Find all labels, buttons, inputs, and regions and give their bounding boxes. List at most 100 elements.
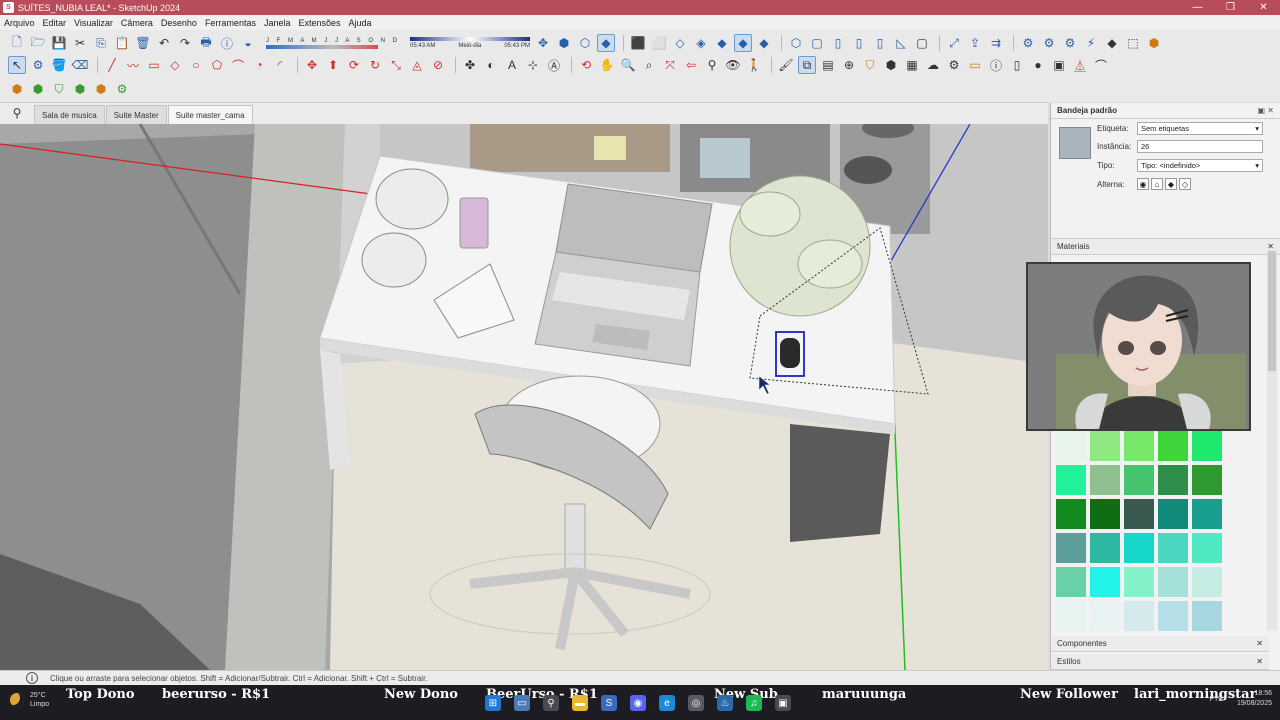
- materials-scrollbar[interactable]: [1267, 251, 1277, 631]
- component-shield-icon[interactable]: ⛉: [50, 80, 68, 98]
- time-slider-bar[interactable]: [410, 37, 531, 41]
- material-swatch[interactable]: [1056, 601, 1086, 631]
- wireframe-icon[interactable]: ◇: [671, 34, 689, 52]
- front-camera-icon[interactable]: ▯: [829, 34, 847, 52]
- top-view-icon[interactable]: ⬡: [576, 34, 594, 52]
- top-camera-icon[interactable]: ▢: [808, 34, 826, 52]
- material-swatch[interactable]: [1158, 533, 1188, 563]
- material-swatch[interactable]: [1090, 465, 1120, 495]
- language-indicator[interactable]: PTB: [1209, 696, 1223, 703]
- styles-header[interactable]: Estilos ✕: [1051, 654, 1269, 670]
- menu-visualizar[interactable]: Visualizar: [74, 18, 113, 28]
- move-tool-icon[interactable]: ✥: [303, 56, 321, 74]
- new-file-icon[interactable]: 🗋: [8, 34, 26, 52]
- search-taskbar-icon[interactable]: ⚲: [543, 695, 559, 711]
- component-gear-icon[interactable]: ⚙: [113, 80, 131, 98]
- scrollbar-thumb[interactable]: [1268, 251, 1276, 371]
- instance-input[interactable]: 26: [1137, 139, 1263, 153]
- material-swatch[interactable]: [1192, 567, 1222, 597]
- date-slider-bar[interactable]: [266, 44, 378, 49]
- menu-ferramentas[interactable]: Ferramentas: [205, 18, 256, 28]
- shadow-toggle-icon[interactable]: ◒: [239, 34, 257, 52]
- section-plane-icon[interactable]: ◆: [1103, 34, 1121, 52]
- pan-icon[interactable]: ✋: [598, 56, 616, 74]
- arc-icon[interactable]: ⌒: [229, 56, 247, 74]
- 3d-text-icon[interactable]: Ⓐ: [545, 56, 563, 74]
- material-swatch[interactable]: [1158, 601, 1188, 631]
- 3d-warehouse-icon[interactable]: ▣: [1050, 56, 1068, 74]
- iso-view-icon[interactable]: ⬢: [555, 34, 573, 52]
- menu-editar[interactable]: Editar: [43, 18, 67, 28]
- look-around-icon[interactable]: 👁: [724, 56, 742, 74]
- info-icon[interactable]: ⓘ: [987, 56, 1005, 74]
- previous-view-icon[interactable]: ⇦: [682, 56, 700, 74]
- settings-gear2-icon[interactable]: ⚙: [1040, 34, 1058, 52]
- scale-icon[interactable]: ⤡: [387, 56, 405, 74]
- circle-icon[interactable]: ○: [187, 56, 205, 74]
- material-swatch[interactable]: [1056, 499, 1086, 529]
- file-explorer-icon[interactable]: ▬: [572, 695, 588, 711]
- material-swatch[interactable]: [1124, 431, 1154, 461]
- component-edit-icon[interactable]: ⬢: [92, 80, 110, 98]
- xray-icon[interactable]: ⬛: [629, 34, 647, 52]
- iso-camera-icon[interactable]: ⬡: [787, 34, 805, 52]
- component-green-icon[interactable]: ⬢: [8, 80, 26, 98]
- menu-desenho[interactable]: Desenho: [161, 18, 197, 28]
- network-icon[interactable]: ⚡: [1082, 34, 1100, 52]
- model-info-icon[interactable]: ⓘ: [218, 34, 236, 52]
- pie-icon[interactable]: ◔: [250, 56, 268, 74]
- type-select[interactable]: Tipo: <indefinido> ▾: [1137, 158, 1263, 172]
- select-tool-icon[interactable]: ↖: [8, 56, 26, 74]
- close-button[interactable]: ✕: [1247, 0, 1280, 15]
- render-icon[interactable]: ⬢: [1145, 34, 1163, 52]
- tab-suite-master[interactable]: Suite Master: [105, 105, 167, 124]
- steam-icon[interactable]: ♨: [717, 695, 733, 711]
- three-point-arc-icon[interactable]: ◜: [271, 56, 289, 74]
- windows-start-icon[interactable]: ⊞: [485, 695, 501, 711]
- dimension-icon[interactable]: ✤: [461, 56, 479, 74]
- model-viewport[interactable]: [0, 124, 1048, 670]
- zoom-icon[interactable]: 🔍: [619, 56, 637, 74]
- warehouse-icon[interactable]: ⇪: [966, 34, 984, 52]
- box-icon[interactable]: ⬚: [1124, 34, 1142, 52]
- rotated-rectangle-icon[interactable]: ◇: [166, 56, 184, 74]
- scene-drawing[interactable]: [0, 124, 1048, 670]
- follow-me-icon[interactable]: ↻: [366, 56, 384, 74]
- component-yellow-icon[interactable]: ⬢: [29, 80, 47, 98]
- material-swatch[interactable]: [1158, 567, 1188, 597]
- material-swatch[interactable]: [1056, 567, 1086, 597]
- material-swatch[interactable]: [1192, 499, 1222, 529]
- layers-icon[interactable]: ▤: [819, 56, 837, 74]
- material-swatch[interactable]: [1124, 601, 1154, 631]
- orbit-icon[interactable]: ⟲: [577, 56, 595, 74]
- axes-tool-icon[interactable]: ⊹: [524, 56, 542, 74]
- tag-select[interactable]: Sem etiquetas ▾: [1137, 121, 1263, 135]
- settings-gear-icon[interactable]: ⚙: [1019, 34, 1037, 52]
- menu-extensoes[interactable]: Extensões: [299, 18, 341, 28]
- cut-icon[interactable]: ✂: [71, 34, 89, 52]
- right-camera-icon[interactable]: ▯: [850, 34, 868, 52]
- app-icon[interactable]: ▣: [775, 695, 791, 711]
- sketchup-taskbar-icon[interactable]: S: [601, 695, 617, 711]
- push-pull-icon[interactable]: ⬆: [324, 56, 342, 74]
- tape-measure-icon[interactable]: ⊘: [429, 56, 447, 74]
- sandbox-icon[interactable]: ⤢: [945, 34, 963, 52]
- walk-icon[interactable]: 🚶: [745, 56, 763, 74]
- paint-bucket-icon[interactable]: 🪣: [50, 56, 68, 74]
- paste-icon[interactable]: 📋: [113, 34, 131, 52]
- orbit-view-icon[interactable]: ✥: [534, 34, 552, 52]
- material-swatch[interactable]: [1192, 533, 1222, 563]
- spotify-icon[interactable]: ♫: [746, 695, 762, 711]
- component-tool-icon[interactable]: ⚙: [29, 56, 47, 74]
- tab-sala-de-musica[interactable]: Sala de musica: [34, 105, 105, 124]
- shield-icon[interactable]: ⛉: [861, 56, 879, 74]
- back-camera-icon[interactable]: ▯: [871, 34, 889, 52]
- close-icon[interactable]: ✕: [1256, 657, 1263, 666]
- instructor-icon[interactable]: ⬢: [882, 56, 900, 74]
- material-swatch[interactable]: [1056, 465, 1086, 495]
- tray-pin-icon[interactable]: ▣ ✕: [1258, 106, 1274, 115]
- material-swatch[interactable]: [1056, 533, 1086, 563]
- smoove-icon[interactable]: ⌒: [1092, 56, 1110, 74]
- material-swatch[interactable]: [1056, 431, 1086, 461]
- obs-icon[interactable]: ◎: [688, 695, 704, 711]
